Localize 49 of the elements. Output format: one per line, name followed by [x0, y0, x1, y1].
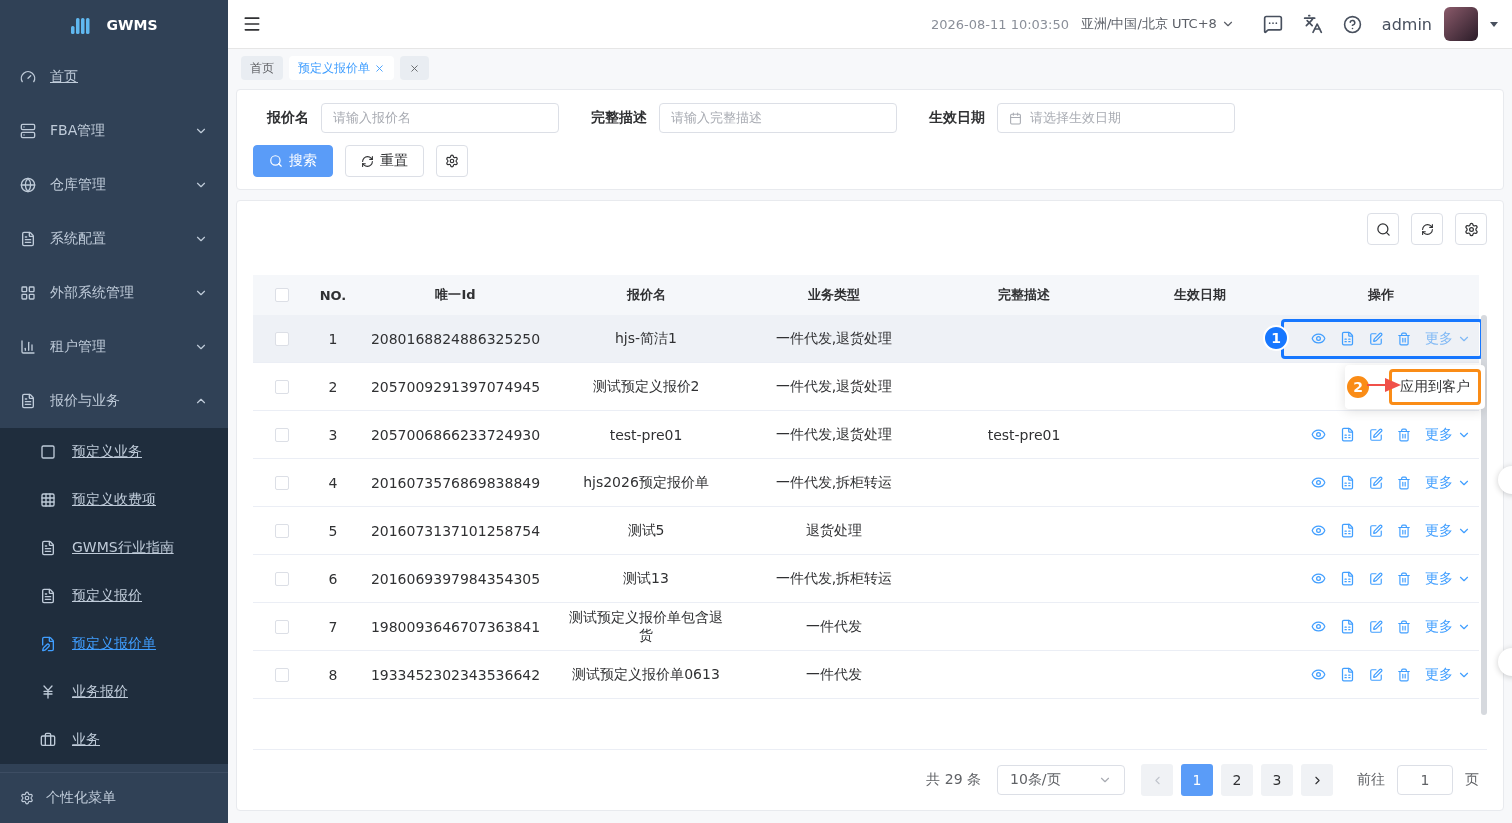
table-cell-text: 2016073576869838849	[369, 474, 542, 491]
goto-label: 前往	[1357, 771, 1385, 789]
table-cell-text: 测试预定义报价单包含退货	[568, 608, 724, 645]
table-cell-text: 1	[327, 330, 339, 347]
table-cell-text: 2080168824886325250	[369, 330, 542, 347]
table-cell-text: hjs2026预定报价单	[582, 473, 710, 492]
table-cell-text: 一件代发,退货处理	[774, 377, 894, 396]
table-cell-text: 2057009291397074945	[369, 378, 542, 395]
table-cell-text: 4	[327, 474, 339, 491]
page-unit: 页	[1465, 771, 1479, 789]
table-cell-text: 7	[327, 618, 339, 635]
table-cell-text: 一件代发,退货处理	[774, 425, 894, 444]
column-header: 生效日期	[1173, 286, 1227, 304]
field-label: 生效日期	[929, 109, 985, 127]
column-header: 操作	[1367, 286, 1395, 304]
table-cell-text: 测试13	[622, 569, 670, 588]
table-cell-text: test-pre01	[986, 426, 1062, 443]
total-count: 共 29 条	[926, 771, 981, 789]
table-cell-text: 测试5	[626, 521, 666, 540]
table-cell-text: test-pre01	[608, 426, 684, 443]
column-header: 业务类型	[807, 286, 861, 304]
step-badge: 2	[1345, 374, 1371, 400]
column-header: 报价名	[625, 286, 667, 304]
table-cell-text: 测试预定义报价单0613	[571, 665, 721, 684]
table-cell-text: 一件代发,拆柜转运	[774, 473, 894, 492]
table-cell-text: 8	[327, 666, 339, 683]
table-cell-text: 退货处理	[805, 521, 863, 540]
app-name: GWMS	[106, 17, 158, 33]
table-cell-text: 1980093646707363841	[369, 618, 542, 635]
datetime: 2026-08-11 10:03:50	[930, 16, 1070, 32]
table-cell-text: 一件代发	[805, 665, 863, 684]
table-cell-text: 一件代发,拆柜转运	[774, 569, 894, 588]
table-cell-text: 5	[327, 522, 339, 539]
field-label: 报价名	[267, 109, 309, 127]
table-cell-text: 一件代发	[805, 617, 863, 636]
column-header: 完整描述	[997, 286, 1051, 304]
table-cell-text: hjs-简洁1	[614, 329, 678, 348]
column-header: 唯一Id	[434, 286, 477, 304]
field-label: 完整描述	[591, 109, 647, 127]
table-cell-text: 3	[327, 426, 339, 443]
table-cell-text: 一件代发,退货处理	[774, 329, 894, 348]
table-cell-text: 2	[327, 378, 339, 395]
table-cell-text: 2057006866233724930	[369, 426, 542, 443]
table-cell-text: 6	[327, 570, 339, 587]
table-cell-text: 2016073137101258754	[369, 522, 542, 539]
table-cell-text: 测试预定义报价2	[591, 377, 701, 396]
column-header: NO.	[318, 287, 348, 303]
table-cell-text: 1933452302343536642	[369, 666, 542, 683]
table-cell-text: 2016069397984354305	[369, 570, 542, 587]
